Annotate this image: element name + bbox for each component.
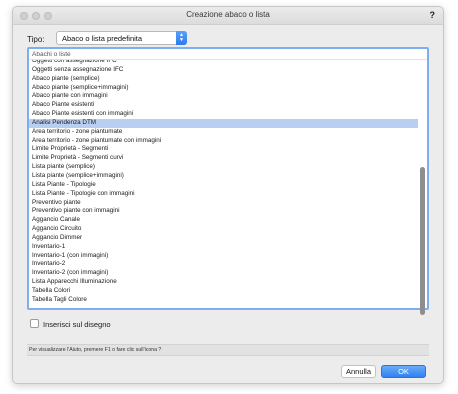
scrollbar[interactable] (419, 60, 426, 315)
list-header: Abachi o liste (29, 49, 427, 60)
chevron-up-down-icon: ▲ ▼ (176, 31, 187, 45)
list-items: Oggetti con assegnazione IFC Oggetti senz… (29, 60, 418, 308)
list-item[interactable]: Oggetti senza assegnazione IFC (29, 66, 418, 75)
list-item[interactable]: Lista piante (semplice) (29, 163, 418, 172)
title-bar: Creazione abaco o lista ? (13, 7, 443, 25)
list-item[interactable]: Inventario-2 (29, 260, 418, 269)
list-item[interactable]: Abaco Piante esistenti (29, 101, 418, 110)
list-item[interactable]: Abaco piante (semplice) (29, 75, 418, 84)
list-item[interactable]: Aggancio Canale (29, 216, 418, 225)
list-item[interactable]: Tabella Tagli Colore (29, 296, 418, 305)
help-bar: Per visualizzare l'Aiuto, premere F1 o f… (27, 345, 429, 355)
list-item[interactable]: Area territorio - zone piantumate (29, 128, 418, 137)
cancel-button[interactable]: Annulla (341, 365, 376, 378)
list-item[interactable]: Inventario-1 (29, 243, 418, 252)
list-item[interactable]: Aggancio Dimmer (29, 234, 418, 243)
list-item[interactable]: Aggancio Circuito (29, 225, 418, 234)
list-item[interactable]: Abaco piante (semplice+immagini) (29, 84, 418, 93)
divider (27, 355, 429, 356)
list-item[interactable]: Lista Piante - Tipologie con immagini (29, 190, 418, 199)
scrollbar-thumb[interactable] (420, 167, 425, 315)
tipo-label: Tipo: (27, 35, 45, 44)
list-item[interactable]: Preventivo piante (29, 199, 418, 208)
dialog-window: Creazione abaco o lista ? Tipo: Abaco o … (12, 6, 444, 384)
window-title: Creazione abaco o lista (186, 10, 270, 19)
tipo-dropdown[interactable]: Abaco o lista predefinita ▲ ▼ (56, 31, 187, 45)
insert-on-drawing-label: Inserisci sul disegno (43, 320, 111, 329)
ok-button[interactable]: OK (381, 365, 426, 378)
list-item[interactable]: Limite Proprietà - Segmenti (29, 145, 418, 154)
list-item[interactable]: Lista Piante - Tipologie (29, 181, 418, 190)
list-item[interactable]: Preventivo piante con immagini (29, 207, 418, 216)
tipo-dropdown-value: Abaco o lista predefinita (62, 34, 143, 43)
list-item[interactable]: Lista piante (semplice+immagini) (29, 172, 418, 181)
insert-on-drawing-checkbox[interactable] (30, 319, 39, 328)
list-item[interactable]: Area territorio - zone piantumate con im… (29, 137, 418, 146)
help-icon[interactable]: ? (430, 10, 436, 20)
list-item[interactable]: Abaco Piante esistenti con immagini (29, 110, 418, 119)
list-item[interactable]: Inventario-2 (con immagini) (29, 269, 418, 278)
list-item[interactable]: Limite Proprietà - Segmenti curvi (29, 154, 418, 163)
list-item[interactable]: Abaco piante con immagini (29, 92, 418, 101)
list-item[interactable]: Tabella Colori (29, 287, 418, 296)
list-item[interactable]: Lista Apparecchi Illuminazione (29, 278, 418, 287)
abachi-list[interactable]: Abachi o liste Oggetti con assegnazione … (27, 47, 429, 315)
list-item[interactable]: Analisi Pendenza DTM (29, 118, 418, 128)
list-item[interactable]: Inventario-1 (con immagini) (29, 252, 418, 261)
